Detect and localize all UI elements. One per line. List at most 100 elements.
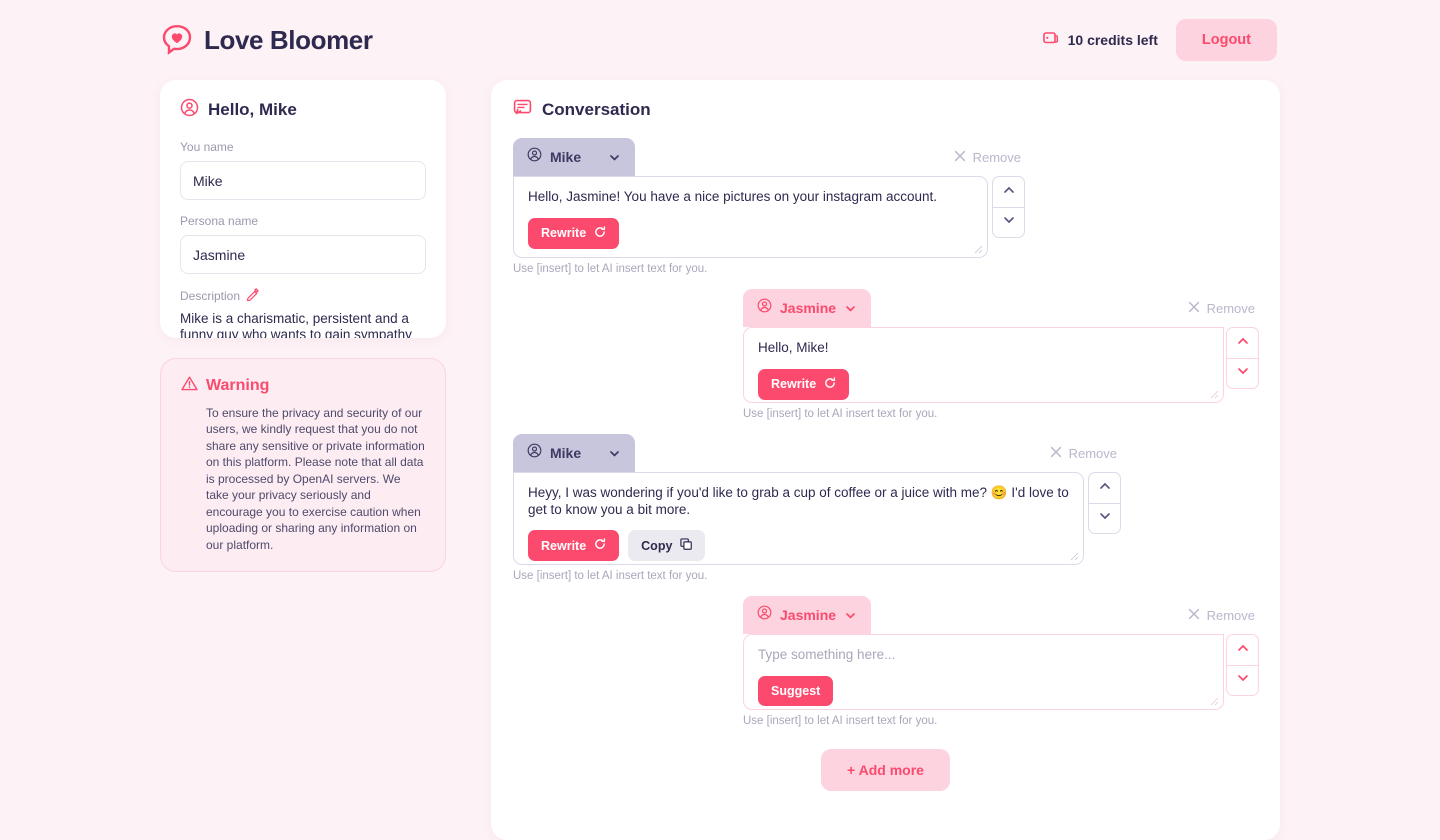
header-right-group: 10 credits left Logout [1042, 19, 1277, 61]
suggest-button[interactable]: Suggest [758, 675, 834, 706]
app-header: Love Bloomer 10 credits left Logout [0, 0, 1440, 80]
speaker-row: Mike Remove [513, 434, 1121, 472]
chevron-down-icon [1002, 213, 1016, 232]
insert-hint: Use [insert] to let AI insert text for y… [743, 408, 938, 420]
close-x-icon [1188, 301, 1200, 316]
chevron-up-icon [1236, 641, 1250, 660]
move-down-button[interactable] [1088, 503, 1121, 534]
move-up-button[interactable] [992, 176, 1025, 207]
move-down-button[interactable] [1226, 358, 1259, 389]
remove-message-button[interactable]: Remove [1046, 446, 1121, 461]
editor-row: Hello, Mike! Rewrite [743, 327, 1259, 403]
move-down-button[interactable] [1226, 665, 1259, 696]
remove-message-button[interactable]: Remove [950, 150, 1025, 165]
message-textarea[interactable]: Type something here... Suggest [743, 634, 1224, 710]
chevron-down-icon [1098, 509, 1112, 528]
copy-label: Copy [641, 538, 673, 553]
warning-title: Warning [206, 377, 270, 394]
rewrite-label: Rewrite [771, 377, 817, 392]
persona-name-input[interactable] [180, 235, 426, 274]
warning-body: To ensure the privacy and security of ou… [206, 406, 425, 552]
resize-handle[interactable] [1070, 552, 1079, 561]
speaker-selector-mike[interactable]: Mike [513, 138, 635, 176]
page-layout: Hello, Mike You name Persona name Descri… [0, 80, 1440, 840]
brand-name: Love Bloomer [204, 24, 373, 55]
move-up-button[interactable] [1226, 327, 1259, 358]
editor-row: Type something here... Suggest [743, 634, 1259, 710]
remove-message-button[interactable]: Remove [1184, 301, 1259, 316]
rewrite-button[interactable]: Rewrite [758, 368, 850, 400]
description-label-row: Description [180, 288, 426, 304]
message-inner: Jasmine Remove Type something here... Su… [743, 596, 1259, 710]
page-title: Hello, Mike [208, 100, 297, 119]
message-textarea[interactable]: Hello, Jasmine! You have a nice pictures… [513, 176, 988, 258]
resize-handle[interactable] [1210, 697, 1219, 706]
description-field-group: Description Mike is a charismatic, persi… [180, 288, 426, 338]
add-more-button[interactable]: + Add more [821, 749, 950, 791]
persona-name-field-group: Persona name [180, 214, 426, 274]
message-textarea[interactable]: Hello, Mike! Rewrite [743, 327, 1224, 403]
message-actions: Rewrite [528, 217, 973, 249]
editor-row: Hello, Jasmine! You have a nice pictures… [513, 176, 1025, 258]
remove-label: Remove [1206, 300, 1255, 316]
remove-label: Remove [1068, 445, 1117, 461]
message-textarea[interactable]: Heyy, I was wondering if you'd like to g… [513, 472, 1084, 565]
remove-label: Remove [972, 149, 1021, 165]
you-name-input[interactable] [180, 161, 426, 200]
message-inner: Jasmine Remove Hello, Mike! Rewrite [743, 289, 1259, 403]
speaker-row: Mike Remove [513, 138, 1025, 176]
sidebar: Hello, Mike You name Persona name Descri… [160, 80, 446, 572]
speaker-selector-jasmine[interactable]: Jasmine [743, 289, 872, 327]
credits-indicator: 10 credits left [1042, 29, 1158, 51]
message-inner: Mike Remove Hello, Jasmine! You have a n… [513, 138, 1025, 258]
warning-triangle-icon [181, 375, 198, 397]
resize-handle[interactable] [974, 245, 983, 254]
you-name-label: You name [180, 140, 234, 154]
speaker-name: Jasmine [780, 300, 837, 316]
user-circle-icon [757, 605, 772, 625]
textarea-placeholder: Type something here... [758, 647, 896, 662]
speaker-selector-mike[interactable]: Mike [513, 434, 635, 472]
rewrite-button[interactable]: Rewrite [528, 530, 620, 562]
conversation-header: Conversation [513, 98, 1258, 122]
insert-hint: Use [insert] to let AI insert text for y… [743, 715, 938, 727]
move-up-button[interactable] [1226, 634, 1259, 665]
user-circle-icon [757, 298, 772, 318]
warning-header: Warning [181, 375, 425, 397]
close-x-icon [1188, 608, 1200, 623]
message-block: Jasmine Remove Type something here... Su… [513, 596, 1259, 727]
remove-label: Remove [1206, 607, 1255, 623]
description-label: Description [180, 289, 241, 303]
resize-handle[interactable] [1210, 390, 1219, 399]
speaker-row: Jasmine Remove [743, 289, 1259, 327]
message-text: Hello, Jasmine! You have a nice pictures… [528, 189, 937, 204]
move-up-button[interactable] [1088, 472, 1121, 503]
warning-card: Warning To ensure the privacy and securi… [160, 358, 446, 572]
user-circle-icon [527, 443, 542, 463]
message-block: Mike Remove Hello, Jasmine! You have a n… [513, 138, 1258, 275]
remove-message-button[interactable]: Remove [1184, 608, 1259, 623]
credits-text: 10 credits left [1067, 32, 1158, 48]
message-block: Jasmine Remove Hello, Mike! Rewrite Use … [513, 289, 1259, 420]
copy-button[interactable]: Copy [628, 530, 706, 562]
pencil-icon[interactable] [246, 288, 259, 304]
chevron-down-icon [608, 151, 621, 164]
chevron-down-icon [844, 609, 857, 622]
move-down-button[interactable] [992, 207, 1025, 238]
speaker-name: Mike [550, 445, 582, 461]
brand-logo-area[interactable]: Love Bloomer [160, 23, 373, 57]
speaker-name: Jasmine [780, 607, 837, 623]
conversation-panel: Conversation Mike Remove Hello, Jasmine!… [491, 80, 1280, 840]
chat-bubble-icon [513, 98, 532, 122]
logout-button[interactable]: Logout [1175, 19, 1277, 61]
you-name-field-group: You name [180, 140, 426, 200]
conversation-title: Conversation [542, 100, 651, 119]
insert-hint: Use [insert] to let AI insert text for y… [513, 570, 708, 582]
rewrite-button[interactable]: Rewrite [528, 217, 620, 249]
message-actions: Rewrite [758, 368, 1209, 400]
refresh-icon [594, 225, 606, 241]
message-block: Mike Remove Heyy, I was wondering if you… [513, 434, 1258, 582]
speaker-selector-jasmine[interactable]: Jasmine [743, 596, 872, 634]
refresh-icon [594, 538, 606, 553]
user-circle-icon [180, 98, 199, 122]
